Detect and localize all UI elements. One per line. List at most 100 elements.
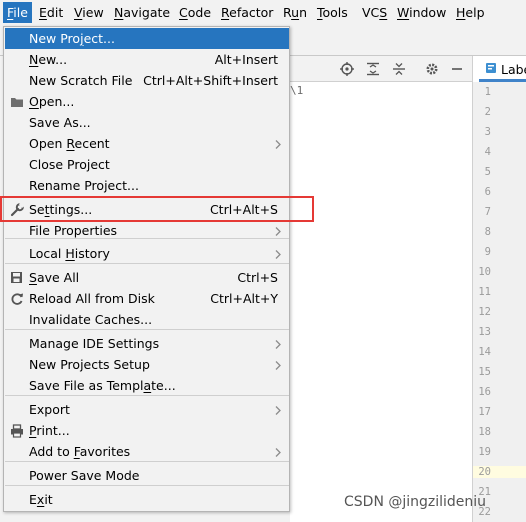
submenu-arrow-icon (273, 138, 283, 149)
shortcut-label: Ctrl+S (237, 270, 278, 285)
menu-separator (5, 329, 289, 330)
menu-item-label: Rename Project... (29, 178, 139, 193)
menu-item-label: New Project... (29, 31, 115, 46)
menu-help[interactable]: Help (452, 2, 489, 23)
line-number: 1 (484, 86, 491, 98)
menu-item-label: New Projects Setup (29, 357, 150, 372)
menu-item-rename-project[interactable]: Rename Project... (5, 175, 289, 196)
submenu-arrow-icon (273, 359, 283, 370)
line-number: 9 (484, 246, 491, 258)
menu-item-new-projects-setup[interactable]: New Projects Setup (5, 354, 289, 375)
menu-navigate[interactable]: Navigate (110, 2, 174, 23)
menu-item-add-to-favorites[interactable]: Add to Favorites (5, 441, 289, 462)
menu-refactor[interactable]: Refactor (217, 2, 277, 23)
menu-vcs[interactable]: VCS (358, 2, 391, 23)
menu-tools[interactable]: Tools (313, 2, 352, 23)
menu-item-close-project[interactable]: Close Project (5, 154, 289, 175)
line-number: 13 (478, 326, 491, 338)
menu-item-label: Add to Favorites (29, 444, 131, 459)
menu-item-label: Manage IDE Settings (29, 336, 160, 351)
project-path-fragment: \1 (290, 84, 304, 97)
menu-bar: File Edit View Navigate Code Refactor Run Tools… (0, 0, 526, 26)
menu-item-save-as[interactable]: Save As... (5, 112, 289, 133)
line-number: 5 (484, 166, 491, 178)
file-menu-dropdown: New Project... New... Alt+Insert New Scratc… (3, 26, 290, 512)
line-number: 20 (473, 466, 526, 478)
line-number: 8 (484, 226, 491, 238)
menu-item-export[interactable]: Export (5, 399, 289, 420)
line-number: 19 (478, 446, 491, 458)
line-number: 12 (478, 306, 491, 318)
menu-item-print[interactable]: Print... (5, 420, 289, 441)
submenu-arrow-icon (273, 404, 283, 415)
menu-separator (5, 263, 289, 264)
line-number: 2 (484, 106, 491, 118)
line-number: 7 (484, 206, 491, 218)
line-number: 17 (478, 406, 491, 418)
minimize-icon[interactable] (448, 60, 466, 78)
menu-separator (5, 395, 289, 396)
menu-separator (5, 485, 289, 486)
save-icon (8, 269, 25, 286)
collapse-all-icon[interactable] (390, 60, 408, 78)
folder-icon (8, 93, 25, 110)
menu-item-local-history[interactable]: Local History (5, 243, 289, 264)
menu-run[interactable]: Run (279, 2, 311, 23)
editor-tab[interactable]: Labe (479, 60, 526, 82)
menu-item-reload-all-from-disk[interactable]: Reload All from Disk Ctrl+Alt+Y (5, 288, 289, 309)
submenu-arrow-icon (273, 446, 283, 457)
menu-code[interactable]: Code (175, 2, 215, 23)
menu-item-power-save-mode[interactable]: Power Save Mode (5, 465, 289, 486)
menu-item-label: Power Save Mode (29, 468, 140, 483)
menu-item-label: Print... (29, 423, 70, 438)
line-number: 15 (478, 366, 491, 378)
menu-item-label: Reload All from Disk (29, 291, 155, 306)
line-number: 4 (484, 146, 491, 158)
line-number: 10 (478, 266, 491, 278)
java-file-icon (485, 62, 497, 77)
menu-item-label: Save As... (29, 115, 91, 130)
menu-item-open-recent[interactable]: Open Recent (5, 133, 289, 154)
menu-item-open[interactable]: Open... (5, 91, 289, 112)
menu-item-invalidate-caches[interactable]: Invalidate Caches... (5, 309, 289, 330)
expand-all-icon[interactable] (364, 60, 382, 78)
editor-area: Labe 12345678910111213141516171819202122 (472, 56, 526, 522)
settings-highlight-box (0, 196, 314, 222)
locate-icon[interactable] (338, 60, 356, 78)
menu-item-label: New Scratch File (29, 73, 133, 88)
menu-item-exit[interactable]: Exit (5, 489, 289, 510)
line-number: 18 (478, 426, 491, 438)
menu-item-label: Close Project (29, 157, 110, 172)
menu-item-label: New... (29, 52, 68, 67)
line-number: 3 (484, 126, 491, 138)
menu-item-save-all[interactable]: Save All Ctrl+S (5, 267, 289, 288)
printer-icon (8, 422, 25, 439)
menu-edit[interactable]: Edit (35, 2, 67, 23)
line-number-gutter: 1 2 3 4 5 6 7 8 9 10 11 12 13 14 15 16 17 18 19 20 21 22 (473, 82, 526, 522)
project-tree-panel: \1 (290, 82, 472, 522)
menu-item-manage-ide-settings[interactable]: Manage IDE Settings (5, 333, 289, 354)
reload-icon (8, 290, 25, 307)
watermark: CSDN @jingzilideniu (344, 494, 487, 510)
submenu-arrow-icon (273, 338, 283, 349)
gear-icon[interactable] (423, 60, 441, 78)
menu-item-label: Save File as Template... (29, 378, 176, 393)
menu-item-new-scratch-file[interactable]: New Scratch File Ctrl+Alt+Shift+Insert (5, 70, 289, 91)
menu-window[interactable]: Window (393, 2, 450, 23)
menu-item-new-project[interactable]: New Project... (5, 28, 289, 49)
menu-view[interactable]: View (70, 2, 108, 23)
menu-item-label: Invalidate Caches... (29, 312, 153, 327)
menu-item-save-file-as-template[interactable]: Save File as Template... (5, 375, 289, 396)
menu-separator (5, 238, 289, 239)
line-number: 6 (484, 186, 491, 198)
menu-item-new[interactable]: New... Alt+Insert (5, 49, 289, 70)
line-number: 16 (478, 386, 491, 398)
line-number: 14 (478, 346, 491, 358)
menu-separator (5, 461, 289, 462)
menu-file[interactable]: File (3, 2, 32, 23)
editor-tab-label: Labe (501, 62, 526, 77)
shortcut-label: Ctrl+Alt+Y (210, 291, 278, 306)
line-number: 11 (478, 286, 491, 298)
tool-window-header (290, 56, 472, 82)
menu-item-label: Open Recent (29, 136, 110, 151)
